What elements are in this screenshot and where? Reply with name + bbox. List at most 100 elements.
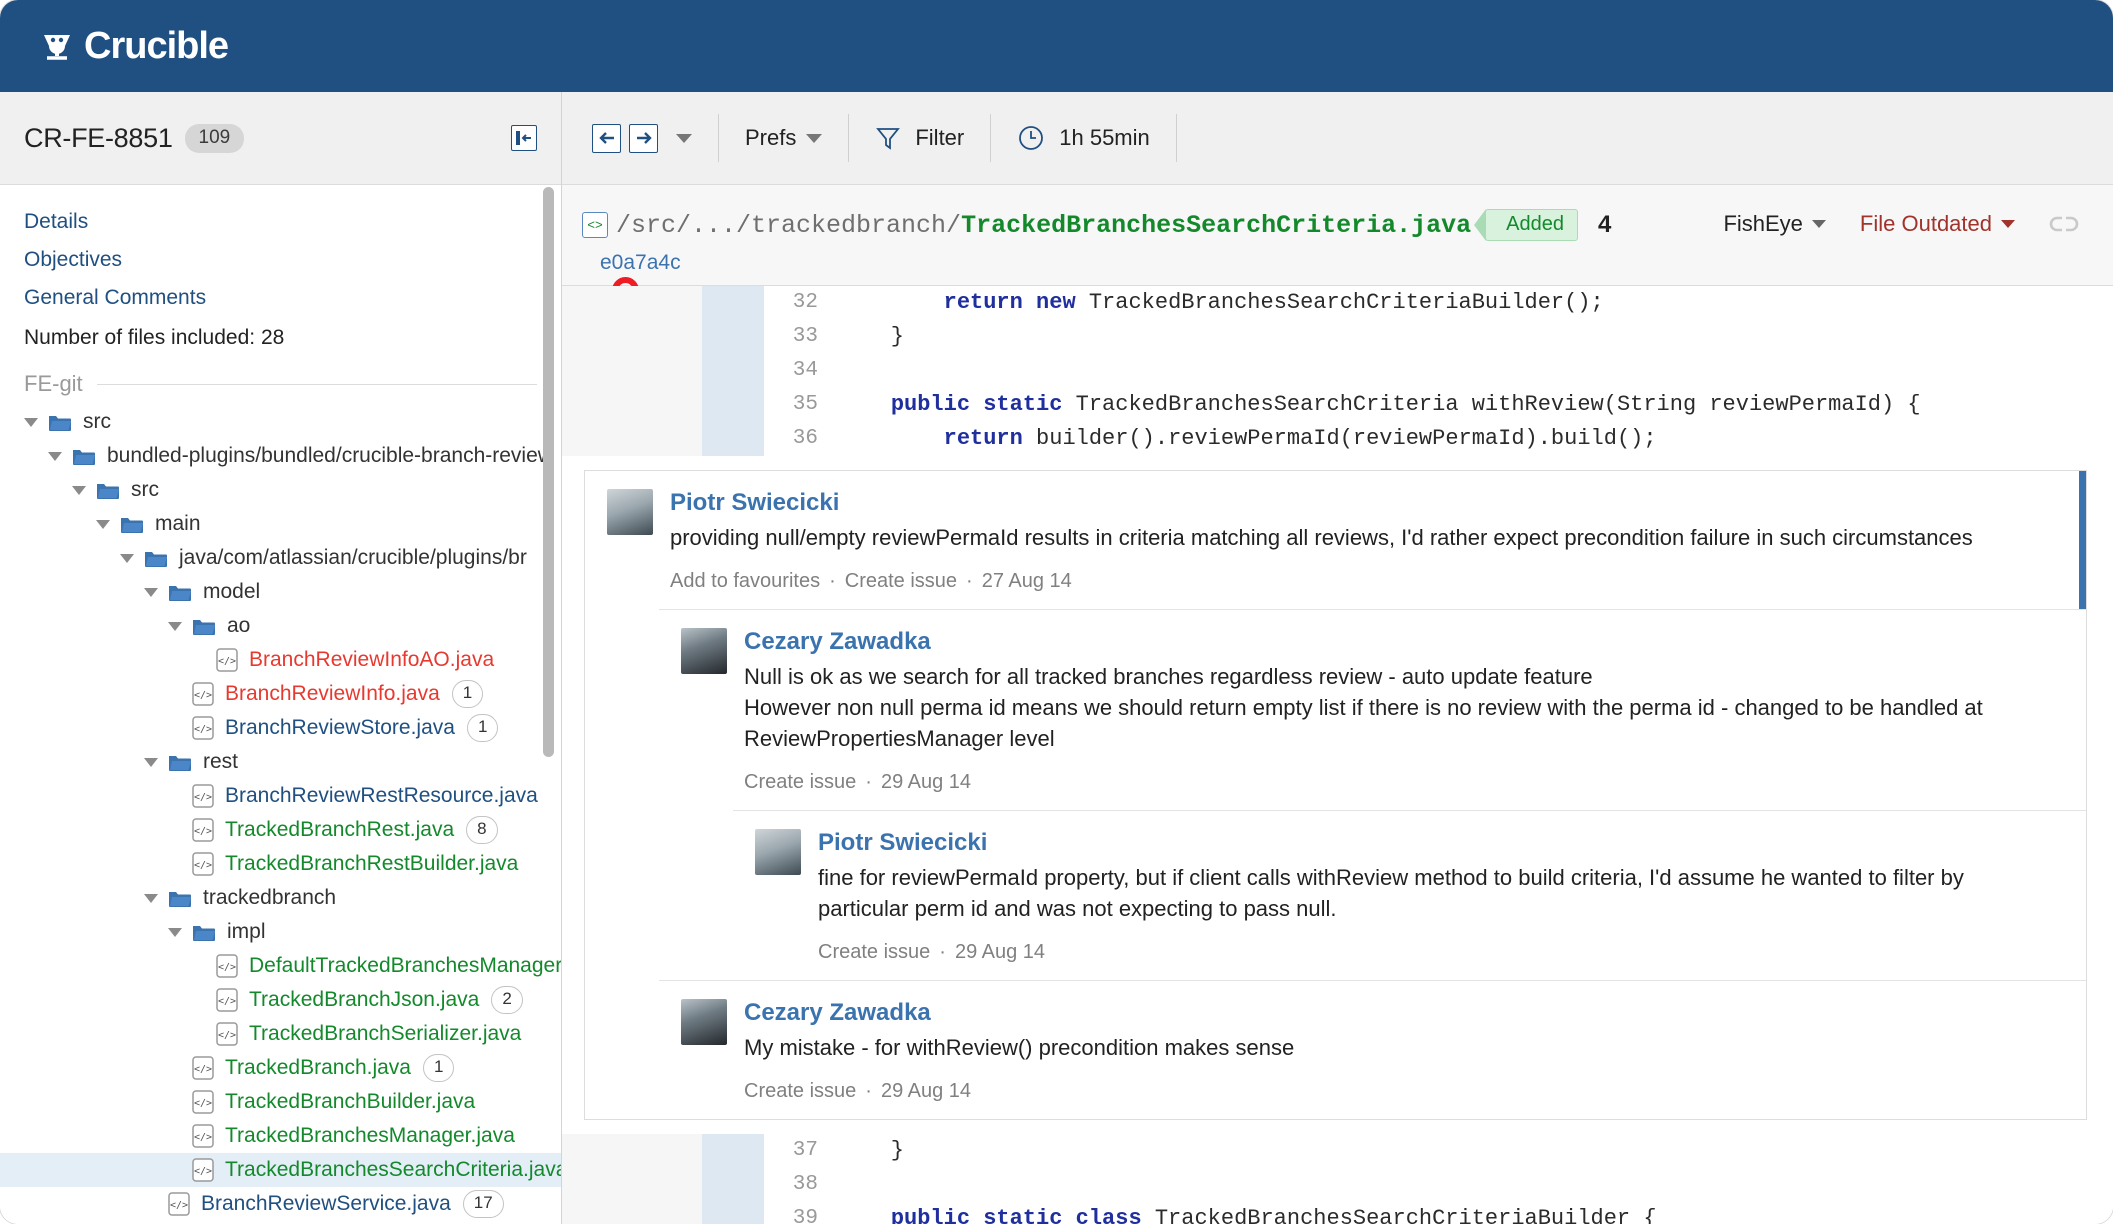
folder-twisty-icon[interactable] [168, 621, 182, 631]
folder-icon [192, 617, 216, 636]
source-file-icon: </> [216, 954, 238, 978]
file-path-name: TrackedBranchesSearchCriteria.java [961, 210, 1472, 240]
code-lines-top: 32 return new TrackedBranchesSearchCrite… [764, 286, 2113, 456]
avatar[interactable] [681, 628, 727, 674]
tree-folder-rest[interactable]: rest [0, 745, 561, 779]
tree-file-branchreviewrestresource-java[interactable]: </> BranchReviewRestResource.java [0, 779, 561, 813]
comment-action-add-to-favourites[interactable]: Add to favourites [670, 570, 820, 592]
nav-dropdown-chevron-down-icon[interactable] [676, 133, 692, 143]
app-header: Crucible [0, 0, 2113, 92]
tree-file-trackedbranchrestbuilder-java[interactable]: </> TrackedBranchRestBuilder.java [0, 847, 561, 881]
code-line[interactable]: 36 return builder().reviewPermaId(review… [764, 422, 2113, 456]
arrow-right-icon[interactable] [629, 123, 658, 153]
sidebar-scrollbar[interactable] [543, 185, 554, 1224]
sidebar-link-general-comments[interactable]: General Comments [0, 279, 561, 317]
tree-node-label: ao [227, 614, 251, 637]
toolbar-divider [1175, 114, 1177, 162]
code-line[interactable]: 33 } [764, 320, 2113, 354]
svg-text:</>: </> [194, 1166, 212, 1177]
comment-action-create-issue[interactable]: Create issue [744, 1080, 856, 1102]
tree-file-trackedbranchjson-java[interactable]: </> TrackedBranchJson.java 2 [0, 983, 561, 1017]
code-line[interactable]: 32 return new TrackedBranchesSearchCrite… [764, 286, 2113, 320]
file-comment-count-badge: 1 [466, 714, 499, 742]
prefs-button[interactable]: Prefs [745, 125, 823, 151]
comment-body: Cezary Zawadka My mistake - for withRevie… [744, 999, 2060, 1103]
tree-file-defaulttrackedbranchesmanager-java[interactable]: </> DefaultTrackedBranchesManager.java [0, 949, 561, 983]
sidebar-link-objectives[interactable]: Objectives [0, 241, 561, 279]
source-file-icon: </> [168, 1192, 190, 1216]
collapse-panel-icon[interactable] [511, 125, 537, 151]
svg-text:</>: </> [194, 1098, 212, 1109]
comment-action-create-issue[interactable]: Create issue [845, 570, 957, 592]
review-comment-count: 109 [184, 123, 245, 153]
status-badge: Added [1474, 209, 1578, 241]
comment-action-create-issue[interactable]: Create issue [744, 771, 856, 793]
tree-folder-java-com-atlassian-crucible-plugins-br[interactable]: java/com/atlassian/crucible/plugins/br [0, 541, 561, 575]
tree-folder-ao[interactable]: ao [0, 609, 561, 643]
file-tree: src bundled-plugins/bundled/crucible-bran… [0, 405, 561, 1224]
tree-folder-model[interactable]: model [0, 575, 561, 609]
tree-folder-trackedbranch[interactable]: trackedbranch [0, 881, 561, 915]
tree-folder-impl[interactable]: impl [0, 915, 561, 949]
code-line[interactable]: 35 public static TrackedBranchesSearchCr… [764, 388, 2113, 422]
comment-author[interactable]: Piotr Swiecicki [670, 489, 2060, 517]
tree-file-trackedbranchbuilder-java[interactable]: </> TrackedBranchBuilder.java [0, 1085, 561, 1119]
file-path[interactable]: /src/.../trackedbranch/TrackedBranchesSe… [616, 211, 1471, 240]
avatar[interactable] [681, 999, 727, 1045]
tree-folder-bundled-plugins-bundled-crucible-branch-review[interactable]: bundled-plugins/bundled/crucible-branch-… [0, 439, 561, 473]
sidebar-link-details[interactable]: Details [0, 203, 561, 241]
diff-gutter-left [562, 1134, 702, 1224]
avatar[interactable] [755, 829, 801, 875]
tree-file-branchreviewinfoao-java[interactable]: </> BranchReviewInfoAO.java [0, 643, 561, 677]
folder-twisty-icon[interactable] [144, 757, 158, 767]
tree-file-trackedbranchrest-java[interactable]: </> TrackedBranchRest.java 8 [0, 813, 561, 847]
code-line[interactable]: 38 [764, 1168, 2113, 1202]
code-line[interactable]: 37 } [764, 1134, 2113, 1168]
arrow-left-icon[interactable] [592, 123, 621, 153]
tree-folder-src[interactable]: src [0, 405, 561, 439]
comment-action-create-issue[interactable]: Create issue [818, 941, 930, 963]
folder-twisty-icon[interactable] [168, 927, 182, 937]
tree-folder-main[interactable]: main [0, 507, 561, 541]
tree-file-branchreviewservice-java[interactable]: </> BranchReviewService.java 17 [0, 1187, 561, 1221]
avatar[interactable] [607, 489, 653, 535]
tree-file-trackedbranch-java[interactable]: </> TrackedBranch.java 1 [0, 1051, 561, 1085]
tree-file-trackedbranchesmanager-java[interactable]: </> TrackedBranchesManager.java [0, 1119, 561, 1153]
svg-text:</>: </> [194, 1132, 212, 1143]
prefs-label: Prefs [745, 125, 797, 150]
folder-twisty-icon[interactable] [120, 553, 134, 563]
folder-twisty-icon[interactable] [96, 519, 110, 529]
folder-twisty-icon[interactable] [144, 893, 158, 903]
meta-separator: · [829, 570, 836, 592]
clock-icon [1017, 124, 1045, 152]
time-tracker[interactable]: 1h 55min [1017, 124, 1150, 152]
comment-author[interactable]: Cezary Zawadka [744, 628, 2060, 656]
sidebar-scrollbar-thumb[interactable] [543, 187, 554, 757]
folder-twisty-icon[interactable] [24, 417, 38, 427]
comment-author[interactable]: Piotr Swiecicki [818, 829, 2060, 857]
source-file-icon: </> [192, 1158, 214, 1182]
tree-node-label: BranchReviewService.java [201, 1192, 451, 1215]
fisheye-menu[interactable]: FishEye [1723, 211, 1826, 237]
broken-link-icon[interactable] [2049, 214, 2079, 234]
tree-file-branchreviewinfo-java[interactable]: </> BranchReviewInfo.java 1 [0, 677, 561, 711]
comment-inner: Cezary Zawadka Null is ok as we search fo… [681, 628, 2060, 794]
tree-file-branchreviewstore-java[interactable]: </> BranchReviewStore.java 1 [0, 711, 561, 745]
folder-twisty-icon[interactable] [144, 587, 158, 597]
folder-twisty-icon[interactable] [48, 451, 62, 461]
code-line[interactable]: 39 public static class TrackedBranchesSe… [764, 1202, 2113, 1224]
tree-file-trackedbranchserializer-java[interactable]: </> TrackedBranchSerializer.java [0, 1017, 561, 1051]
diff-gutter-changed [702, 1134, 764, 1224]
tree-file-trackedbranchessearchcriteria-java[interactable]: </> TrackedBranchesSearchCriteria.java [0, 1153, 561, 1187]
folder-icon [168, 753, 192, 772]
filter-button[interactable]: Filter [875, 125, 964, 151]
commit-hash[interactable]: e0a7a4c [600, 251, 681, 274]
folder-twisty-icon[interactable] [72, 485, 86, 495]
code-line[interactable]: 34 [764, 354, 2113, 388]
tree-folder-src[interactable]: src [0, 473, 561, 507]
file-outdated-menu[interactable]: File Outdated [1860, 211, 2015, 237]
app-logo[interactable]: Crucible [40, 25, 229, 68]
source-file-icon: </> [192, 1090, 214, 1114]
comment-author[interactable]: Cezary Zawadka [744, 999, 2060, 1027]
funnel-icon [875, 125, 901, 151]
